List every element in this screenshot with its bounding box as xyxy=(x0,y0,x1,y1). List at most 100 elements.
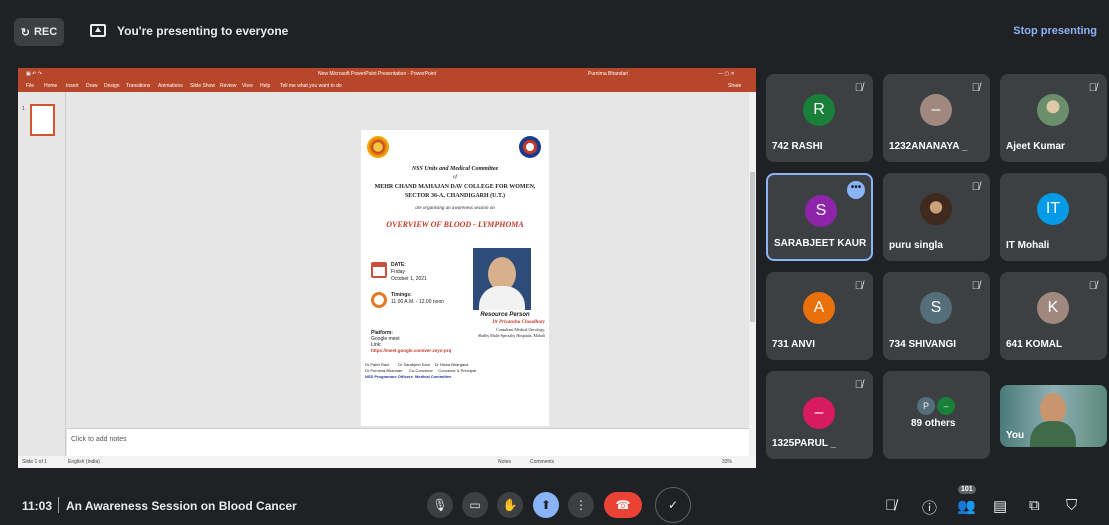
participant-name: 1325PARUL _ xyxy=(772,438,837,449)
ppt-save-icon[interactable]: ▣ ↶ ↷ xyxy=(26,71,42,77)
ppt-user-name: Purnima Bhandari xyxy=(588,71,629,77)
present-button[interactable]: ⬆ xyxy=(533,492,559,518)
camera-icon: ▭ xyxy=(469,498,481,512)
slide-people-line3: NSS Programme Officers Medical Committee xyxy=(365,374,452,379)
calendar-icon xyxy=(371,262,387,278)
more-options-button[interactable]: ⋮ xyxy=(568,492,594,518)
slide-organising: are organising an awareness session on xyxy=(415,206,495,211)
status-language[interactable]: English (India) xyxy=(68,459,100,465)
menu-draw[interactable]: Draw xyxy=(86,83,98,89)
more-options-icon[interactable]: ••• xyxy=(847,181,865,199)
participant-tile[interactable]: 🎙̸ K 641 KOMAL xyxy=(1000,272,1107,360)
status-notes-button[interactable]: Notes xyxy=(498,459,511,465)
shared-powerpoint-window: ▣ ↶ ↷ New Microsoft PowerPoint Presentat… xyxy=(18,68,756,468)
resource-label: Resource Person xyxy=(480,312,530,318)
menu-view[interactable]: View xyxy=(242,83,253,89)
bottom-bar: 11:03 An Awareness Session on Blood Canc… xyxy=(0,485,1109,525)
top-bar: ↻ REC You're presenting to everyone Stop… xyxy=(0,0,1109,60)
ppt-window-controls[interactable]: — ▢ ✕ xyxy=(718,71,735,77)
college-logo xyxy=(367,136,389,158)
people-icon[interactable]: 👥 xyxy=(957,497,976,515)
participant-tile[interactable]: 🎙̸ A 731 ANVI xyxy=(766,272,873,360)
ppt-title-bar: ▣ ↶ ↷ New Microsoft PowerPoint Presentat… xyxy=(18,68,756,80)
check-icon: ✓ xyxy=(667,498,679,512)
participant-tile-active[interactable]: ••• S SARABJEET KAUR xyxy=(766,173,873,261)
chat-icon[interactable]: ▤ xyxy=(993,497,1007,515)
participant-tile[interactable]: IT IT Mohali xyxy=(1000,173,1107,261)
participant-tile[interactable]: 🎙̸ R 742 RASHI xyxy=(766,74,873,162)
others-tile[interactable]: P – 89 others xyxy=(883,371,990,459)
microphone-icon: 🎙 xyxy=(432,498,448,512)
avatar: IT xyxy=(1037,193,1069,225)
slide-sector: SECTOR 36-A, CHANDIGARH (U.T.) xyxy=(404,193,506,199)
avatar: S xyxy=(920,292,952,324)
info-icon[interactable]: ⓘ xyxy=(922,497,937,518)
avatar: – xyxy=(803,397,835,429)
check-button[interactable]: ✓ xyxy=(655,487,691,523)
present-icon: ⬆ xyxy=(540,498,552,512)
participant-name: Ajeet Kumar xyxy=(1006,141,1065,152)
status-slide-count: Slide 1 of 1 xyxy=(22,459,48,465)
participant-tile[interactable]: 🎙̸ Ajeet Kumar xyxy=(1000,74,1107,162)
menu-file[interactable]: File xyxy=(26,83,34,89)
self-shirt xyxy=(1030,421,1076,447)
ppt-share-button[interactable]: Share xyxy=(728,83,741,89)
notes-pane[interactable]: Click to add notes xyxy=(67,428,749,456)
slide-scrollbar[interactable] xyxy=(749,92,756,456)
camera-button[interactable]: ▭ xyxy=(462,492,488,518)
slide-org: NSS Units and Medical Committee xyxy=(411,166,499,172)
mic-off-icon: 🎙̸ xyxy=(971,181,980,193)
ppt-tell-me[interactable]: Tell me what you want to do xyxy=(280,83,342,89)
scrollbar-thumb[interactable] xyxy=(750,172,755,322)
hand-icon: ✋ xyxy=(502,498,518,512)
mute-all-icon[interactable]: 🎙̸ xyxy=(885,497,896,514)
participant-tile[interactable]: 🎙̸ S 734 SHIVANGI xyxy=(883,272,990,360)
meeting-time: 11:03 xyxy=(22,499,53,513)
participant-tile[interactable]: 🎙̸ – 1232ANANAYA _ xyxy=(883,74,990,162)
photo-coat xyxy=(479,286,525,310)
status-comments-button[interactable]: Comments xyxy=(530,459,554,465)
avatar-photo xyxy=(920,193,952,225)
recording-label: REC xyxy=(33,26,58,38)
recording-icon: ↻ xyxy=(20,26,30,39)
more-vert-icon: ⋮ xyxy=(575,498,587,512)
menu-design[interactable]: Design xyxy=(104,83,120,89)
microphone-button[interactable]: 🎙 xyxy=(427,492,453,518)
self-view-tile[interactable]: You xyxy=(1000,385,1107,447)
menu-review[interactable]: Review xyxy=(220,83,236,89)
leave-call-button[interactable]: ☎ xyxy=(604,492,642,518)
recording-button[interactable]: ↻ REC xyxy=(14,18,64,46)
activities-icon[interactable]: ⧉ xyxy=(1029,497,1040,514)
thumbnail-number: 1 xyxy=(22,106,25,112)
date-day: Friday xyxy=(391,269,405,275)
present-screen-icon xyxy=(90,24,106,37)
stop-presenting-button[interactable]: Stop presenting xyxy=(1013,25,1097,37)
menu-transitions[interactable]: Transitions xyxy=(126,83,150,89)
menu-slide-show[interactable]: Slide Show xyxy=(190,83,215,89)
host-controls-icon[interactable]: ⛉ xyxy=(1066,497,1077,514)
participant-name: 734 SHIVANGI xyxy=(889,339,957,350)
menu-animations[interactable]: Animations xyxy=(158,83,183,89)
participant-name: 742 RASHI xyxy=(772,141,823,152)
resource-person-photo xyxy=(473,248,531,310)
separator xyxy=(58,497,59,513)
slide-people-line1: Dr Pallvi Rani Dr Sarabjeet Kaur Dr Nish… xyxy=(365,362,469,367)
menu-home[interactable]: Home xyxy=(44,83,57,89)
slide-thumbnail[interactable] xyxy=(30,104,55,136)
timings-value: 11.00 A.M. - 12.00 noon xyxy=(391,299,445,305)
slide-people-line2: Dr Purnima Bhandari Co-Convenor Convenor… xyxy=(365,368,476,373)
menu-insert[interactable]: Insert xyxy=(66,83,79,89)
participant-tile[interactable]: 🎙̸ puru singla xyxy=(883,173,990,261)
presenting-status: You're presenting to everyone xyxy=(117,24,289,38)
resource-role: Consultant Medical Oncology, xyxy=(496,327,545,332)
status-zoom[interactable]: 33% xyxy=(722,459,732,465)
menu-help[interactable]: Help xyxy=(260,83,270,89)
slide-of: of xyxy=(453,175,457,180)
slide[interactable]: NSS Units and Medical Committee of MEHR … xyxy=(361,130,549,426)
participant-name: IT Mohali xyxy=(1006,240,1050,251)
participant-tile[interactable]: 🎙̸ – 1325PARUL _ xyxy=(766,371,873,459)
ppt-ribbon-menu: File Home Insert Draw Design Transitions… xyxy=(18,80,756,92)
avatar: S xyxy=(805,195,837,227)
raise-hand-button[interactable]: ✋ xyxy=(497,492,523,518)
notes-placeholder: Click to add notes xyxy=(71,436,127,443)
